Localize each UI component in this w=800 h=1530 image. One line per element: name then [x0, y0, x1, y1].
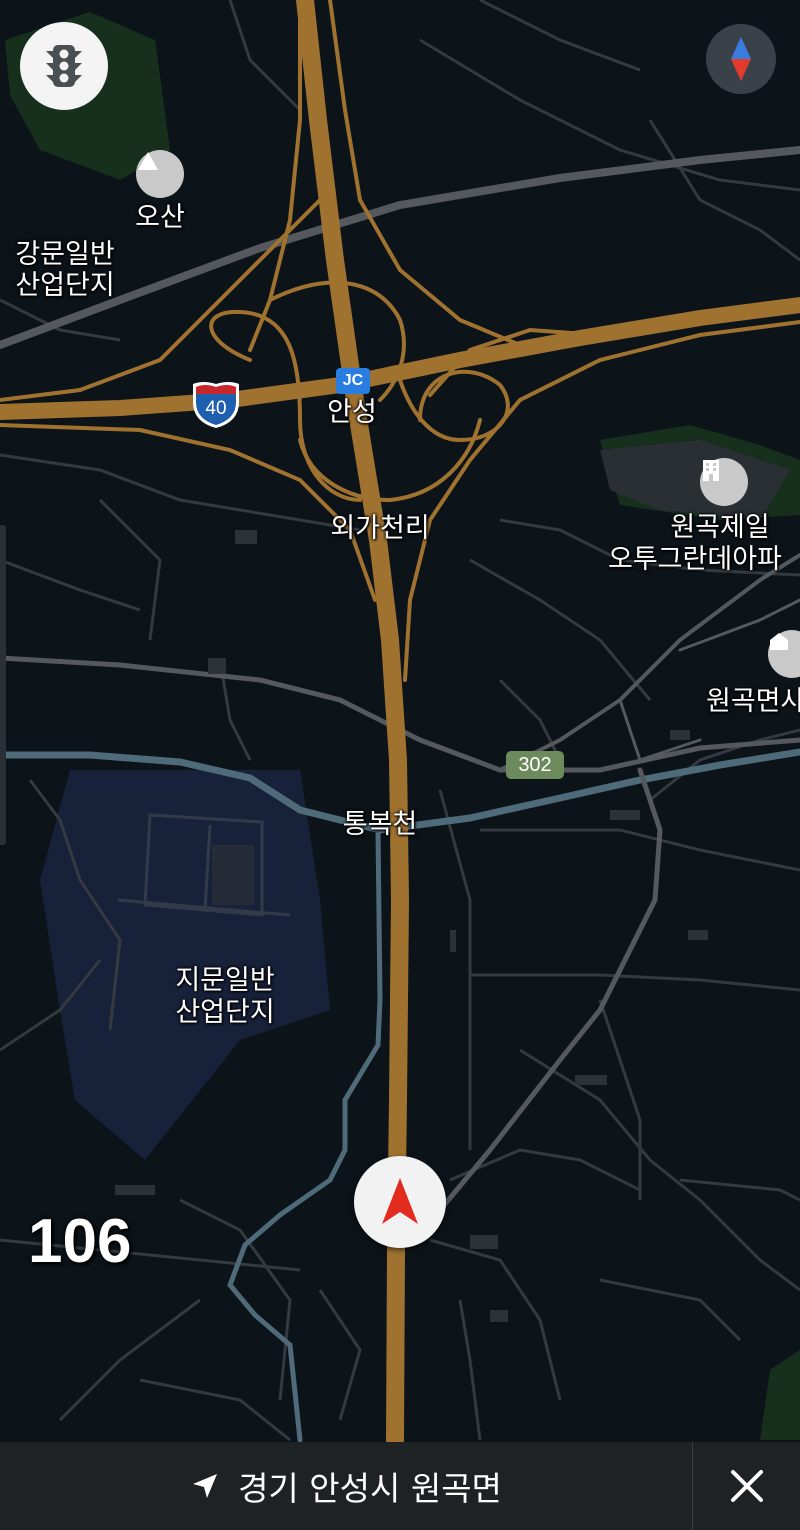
speed-readout: 106: [28, 1207, 132, 1276]
compass-icon: [731, 37, 751, 81]
close-button[interactable]: [693, 1442, 800, 1530]
park-area: [760, 1350, 800, 1440]
location-arrow-icon: [193, 1474, 218, 1498]
label-gangmun-industrial-2: 산업단지: [15, 270, 115, 301]
current-location-button[interactable]: [354, 1156, 446, 1248]
label-anseong: 안성: [327, 397, 377, 428]
label-jimun-industrial-2: 산업단지: [175, 997, 275, 1028]
label-oegacheon-ri: 외가천리: [330, 513, 430, 544]
address-button[interactable]: 경기 안성시 원곡면: [0, 1442, 692, 1530]
route-badge-302: 302: [506, 751, 564, 779]
map-view[interactable]: 오산 강문일반 산업단지 안성 외가천리 원곡제일 오투그란데아파 원곡면사 통…: [0, 0, 800, 1530]
traffic-light-icon: [46, 45, 82, 87]
apartment-poi-icon[interactable]: [700, 458, 748, 506]
highway-number: 40: [205, 398, 227, 419]
side-panel-handle[interactable]: [0, 525, 6, 845]
current-address: 경기 안성시 원곡면: [238, 1469, 502, 1508]
bottom-address-bar: 경기 안성시 원곡면: [0, 1442, 800, 1530]
highway-shield-40: 40: [189, 380, 243, 430]
mountain-poi-icon[interactable]: [136, 150, 184, 198]
label-wongok-jeil: 원곡제일: [670, 512, 770, 543]
label-tongbokcheon: 통복천: [342, 809, 418, 840]
label-gangmun-industrial-1: 강문일반: [15, 239, 115, 270]
close-icon: [730, 1470, 763, 1502]
label-osan: 오산: [135, 202, 185, 233]
label-wongok-myeon-office: 원곡면사: [706, 687, 800, 716]
junction-badge: JC: [336, 368, 370, 394]
traffic-toggle-button[interactable]: [20, 22, 108, 110]
label-jimun-industrial-1: 지문일반: [175, 965, 275, 996]
compass-button[interactable]: [706, 24, 776, 94]
label-otu-grande-apt: 오투그란데아파: [608, 545, 782, 574]
navigation-arrow-icon: [382, 1178, 418, 1224]
